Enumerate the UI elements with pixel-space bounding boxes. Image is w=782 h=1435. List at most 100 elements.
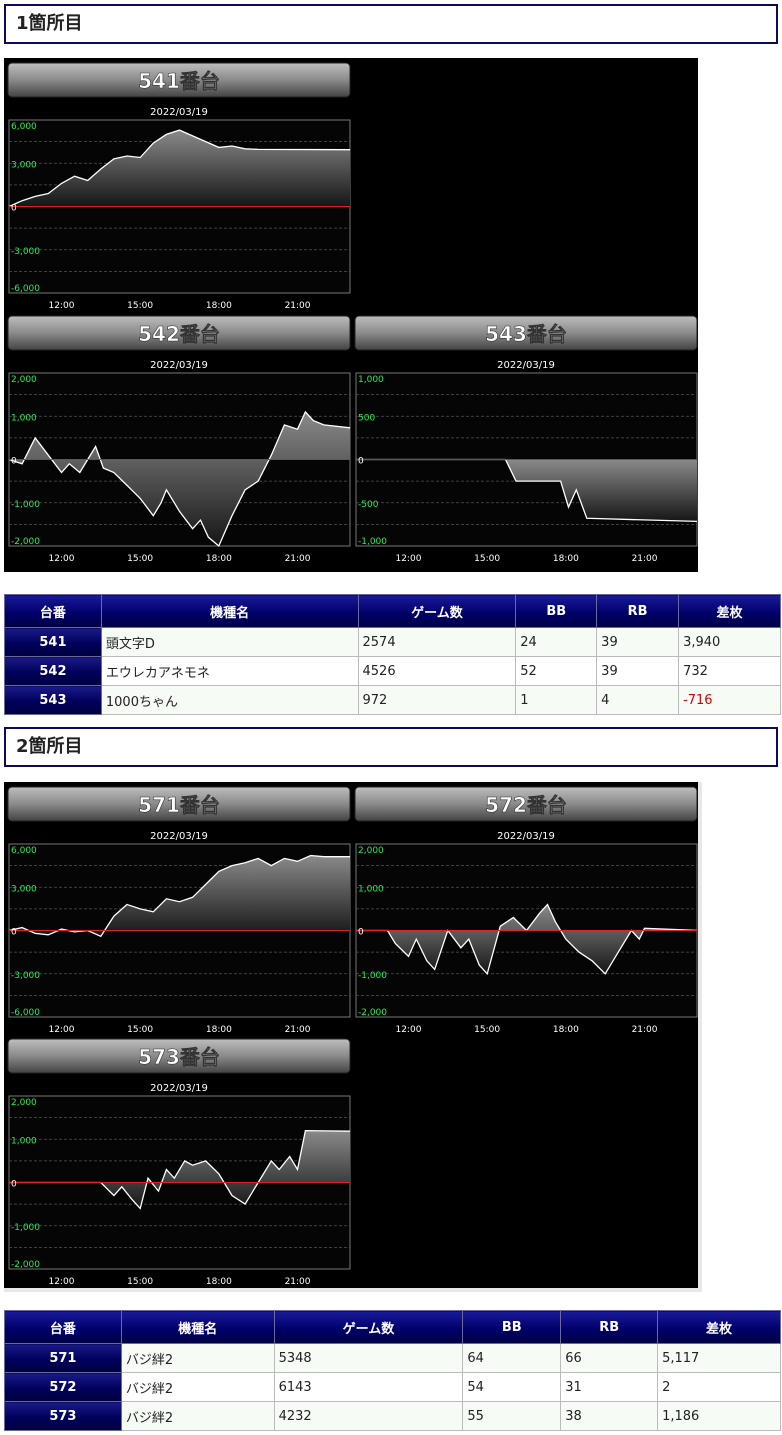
y-tick-label: 0 bbox=[358, 457, 364, 467]
y-tick-label: -2,000 bbox=[11, 537, 40, 547]
y-tick-label: 1,000 bbox=[11, 413, 37, 423]
chart-svg: 571番台 2022/03/19 6,000 3,000 0 -3,000 -6,000 12… bbox=[7, 786, 351, 1035]
x-tick-label: 12:00 bbox=[48, 1277, 74, 1287]
machine-number[interactable]: 541 bbox=[4, 627, 102, 657]
x-tick-label: 15:00 bbox=[474, 1025, 500, 1035]
chart-542: 542番台 2022/03/19 2,000 1,000 0 -1,000 -2,000 12… bbox=[7, 315, 351, 567]
y-tick-label: 6,000 bbox=[11, 122, 37, 132]
chart-date: 2022/03/19 bbox=[150, 107, 208, 118]
machine-model: 1000ちゃん bbox=[100, 685, 359, 715]
col-header-model: 機種名 bbox=[120, 1310, 275, 1344]
machine-diff: 1,186 bbox=[657, 1401, 781, 1431]
machine-number[interactable]: 573 bbox=[4, 1401, 122, 1431]
machine-bb: 24 bbox=[515, 627, 598, 657]
col-header-diff: 差枚 bbox=[657, 1310, 781, 1344]
table-row: 543 1000ちゃん 972 1 4 -716 bbox=[4, 685, 781, 715]
section-title-2: 2箇所目 bbox=[4, 727, 778, 767]
machine-bb: 64 bbox=[462, 1343, 562, 1373]
chart-panel-1: 541番台 2022/03/19 6,000 3,000 0 -3,000 -6,000 12… bbox=[4, 58, 698, 572]
table-row: 573 バジ絆2 4232 55 38 1,186 bbox=[4, 1401, 781, 1431]
chart-title: 571番台 bbox=[138, 793, 220, 817]
x-tick-label: 18:00 bbox=[206, 1277, 232, 1287]
x-tick-label: 12:00 bbox=[48, 554, 74, 564]
x-tick-label: 21:00 bbox=[285, 1025, 311, 1035]
y-tick-label: 3,000 bbox=[11, 160, 37, 170]
x-tick-label: 15:00 bbox=[127, 1025, 153, 1035]
y-tick-label: -1,000 bbox=[11, 1223, 40, 1233]
machine-rb: 4 bbox=[596, 685, 680, 715]
machine-games: 5348 bbox=[273, 1343, 464, 1373]
x-tick-label: 21:00 bbox=[285, 301, 311, 311]
chart-title: 572番台 bbox=[485, 793, 567, 817]
chart-title: 541番台 bbox=[138, 69, 220, 93]
chart-panel-2: 571番台 2022/03/19 6,000 3,000 0 -3,000 -6,000 12… bbox=[4, 782, 702, 1292]
y-tick-label: 0 bbox=[358, 928, 364, 938]
chart-title: 573番台 bbox=[138, 1045, 220, 1069]
machine-number[interactable]: 572 bbox=[4, 1372, 122, 1402]
table-row: 542 エウレカアネモネ 4526 52 39 732 bbox=[4, 656, 781, 686]
machine-bb: 52 bbox=[515, 656, 598, 686]
x-tick-label: 18:00 bbox=[206, 554, 232, 564]
x-tick-label: 15:00 bbox=[474, 554, 500, 564]
col-header-diff: 差枚 bbox=[678, 594, 781, 628]
machine-diff: 5,117 bbox=[657, 1343, 781, 1373]
x-tick-label: 15:00 bbox=[127, 554, 153, 564]
machine-model: エウレカアネモネ bbox=[100, 656, 359, 686]
chart-date: 2022/03/19 bbox=[150, 1083, 208, 1094]
chart-title: 542番台 bbox=[138, 322, 220, 346]
x-tick-label: 18:00 bbox=[206, 1025, 232, 1035]
col-header-bb: BB bbox=[515, 594, 598, 628]
machine-model: バジ絆2 bbox=[120, 1372, 275, 1402]
col-header-rb: RB bbox=[596, 594, 680, 628]
machine-diff: 3,940 bbox=[678, 627, 781, 657]
y-tick-label: 6,000 bbox=[11, 846, 37, 856]
machine-model: 頭文字D bbox=[100, 627, 359, 657]
x-tick-label: 12:00 bbox=[48, 301, 74, 311]
chart-543: 543番台 2022/03/19 1,000 500 0 -500 -1,000 12:00 1… bbox=[354, 315, 698, 567]
y-tick-label: -2,000 bbox=[358, 1008, 387, 1018]
machine-diff: -716 bbox=[678, 685, 781, 715]
col-header-number: 台番 bbox=[4, 1310, 122, 1344]
chart-572: 572番台 2022/03/19 2,000 1,000 0 -1,000 -2,000 12… bbox=[354, 786, 698, 1038]
y-tick-label: -6,000 bbox=[11, 284, 40, 294]
y-tick-label: -1,000 bbox=[358, 537, 387, 547]
machine-number[interactable]: 542 bbox=[4, 656, 102, 686]
machine-bb: 54 bbox=[462, 1372, 562, 1402]
machine-rb: 66 bbox=[560, 1343, 659, 1373]
x-tick-label: 18:00 bbox=[553, 1025, 579, 1035]
chart-date: 2022/03/19 bbox=[150, 360, 208, 371]
y-tick-label: -3,000 bbox=[11, 971, 40, 981]
col-header-games: ゲーム数 bbox=[273, 1310, 464, 1344]
chart-svg: 541番台 2022/03/19 6,000 3,000 0 -3,000 -6,000 12… bbox=[7, 62, 351, 311]
machine-rb: 39 bbox=[596, 656, 680, 686]
machine-games: 2574 bbox=[357, 627, 517, 657]
col-header-games: ゲーム数 bbox=[357, 594, 517, 628]
x-tick-label: 21:00 bbox=[632, 1025, 658, 1035]
machine-games: 4232 bbox=[273, 1401, 464, 1431]
machine-rb: 31 bbox=[560, 1372, 659, 1402]
y-tick-label: 1,000 bbox=[358, 884, 384, 894]
x-tick-label: 12:00 bbox=[48, 1025, 74, 1035]
y-tick-label: 2,000 bbox=[11, 375, 37, 385]
machine-games: 4526 bbox=[357, 656, 517, 686]
y-tick-label: 0 bbox=[11, 928, 17, 938]
y-tick-label: 3,000 bbox=[11, 884, 37, 894]
table-row: 541 頭文字D 2574 24 39 3,940 bbox=[4, 627, 781, 657]
table-header-row: 台番 機種名 ゲーム数 BB RB 差枚 bbox=[4, 594, 781, 628]
y-tick-label: 0 bbox=[11, 204, 17, 214]
x-tick-label: 12:00 bbox=[395, 1025, 421, 1035]
machine-number[interactable]: 571 bbox=[4, 1343, 122, 1373]
machine-model: バジ絆2 bbox=[120, 1343, 275, 1373]
y-tick-label: -1,000 bbox=[358, 971, 387, 981]
machine-number[interactable]: 543 bbox=[4, 685, 102, 715]
y-tick-label: -500 bbox=[358, 500, 379, 510]
table-header-row: 台番 機種名 ゲーム数 BB RB 差枚 bbox=[4, 1310, 781, 1344]
machine-table-1: 台番 機種名 ゲーム数 BB RB 差枚 541 頭文字D 2574 24 39… bbox=[4, 594, 781, 715]
x-tick-label: 15:00 bbox=[127, 301, 153, 311]
y-tick-label: 500 bbox=[358, 413, 375, 423]
x-tick-label: 18:00 bbox=[206, 301, 232, 311]
y-tick-label: -1,000 bbox=[11, 500, 40, 510]
table-row: 571 バジ絆2 5348 64 66 5,117 bbox=[4, 1343, 781, 1373]
machine-diff: 2 bbox=[657, 1372, 781, 1402]
machine-games: 972 bbox=[357, 685, 517, 715]
